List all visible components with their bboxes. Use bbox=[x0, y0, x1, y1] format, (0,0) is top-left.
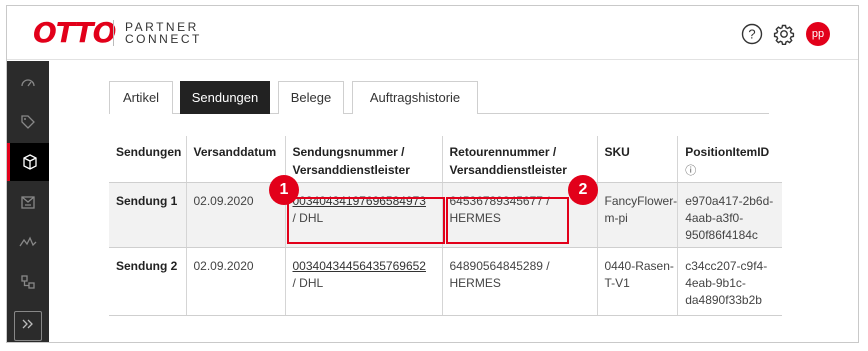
gear-icon[interactable] bbox=[773, 23, 795, 45]
item-id-line: 4aab-a3f0- bbox=[685, 210, 744, 225]
avatar[interactable]: pp bbox=[806, 22, 830, 46]
help-circle-icon[interactable]: ? bbox=[741, 23, 763, 45]
network-icon bbox=[20, 274, 36, 290]
partner-connect-label: PARTNER CONNECT bbox=[125, 21, 202, 45]
sidebar bbox=[7, 61, 49, 342]
annotation-badge-2: 2 bbox=[568, 175, 598, 205]
return-number: 64890564845289 / bbox=[449, 258, 550, 273]
expand-sidebar-icon bbox=[20, 316, 36, 337]
sidebar-item-dashboard[interactable] bbox=[7, 63, 49, 101]
tab-sendungen[interactable]: Sendungen bbox=[180, 81, 270, 114]
app-window: OTTO PARTNER CONNECT ? pp Artikel Sendun… bbox=[6, 5, 859, 343]
gauge-icon bbox=[20, 76, 36, 88]
otto-logo[interactable]: OTTO bbox=[33, 18, 116, 48]
product-line-2: CONNECT bbox=[125, 32, 202, 46]
position-item-id-cell: c34cc207-c9f4- 4eab-9b1c- da4890f33b2b bbox=[677, 247, 782, 316]
table-header-row: Sendungen Versanddatum Sendungsnummer / … bbox=[109, 136, 782, 183]
item-id-line: da4890f33b2b bbox=[685, 292, 762, 307]
top-bar: OTTO PARTNER CONNECT ? pp bbox=[7, 6, 858, 60]
position-item-id-cell: e970a417-2b6d- 4aab-a3f0- 950f86f4184c bbox=[677, 182, 782, 248]
column-header: SKU bbox=[596, 136, 678, 183]
sku-line: FancyFlower- bbox=[604, 193, 678, 208]
tracking-cell: 00340434456435769652 / DHL bbox=[284, 247, 442, 316]
column-header: Retourennummer / Versanddienstleister bbox=[441, 136, 597, 183]
tab-belege[interactable]: Belege bbox=[278, 81, 344, 114]
tracking-number-link[interactable]: 00340434456435769652 bbox=[293, 258, 442, 275]
tab-auftragshistorie[interactable]: Auftragshistorie bbox=[352, 81, 478, 114]
sidebar-item-returns[interactable] bbox=[7, 183, 49, 221]
return-carrier: HERMES bbox=[449, 275, 501, 290]
tab-artikel[interactable]: Artikel bbox=[109, 81, 173, 114]
sku-line: m-pi bbox=[604, 210, 628, 225]
item-id-line: 950f86f4184c bbox=[685, 227, 758, 242]
sidebar-item-orders[interactable] bbox=[7, 143, 49, 181]
column-header: Sendungen bbox=[109, 136, 186, 183]
svg-text:?: ? bbox=[748, 27, 755, 42]
shipment-name: Sendung 2 bbox=[109, 247, 186, 316]
sidebar-item-products[interactable] bbox=[7, 103, 49, 141]
tag-icon bbox=[20, 114, 36, 130]
package-icon bbox=[22, 154, 38, 170]
sku-line: T-V1 bbox=[604, 275, 630, 290]
column-header-label: PositionItemID bbox=[685, 145, 770, 159]
info-icon[interactable]: ⓘ bbox=[685, 165, 696, 177]
sku-cell: FancyFlower- m-pi bbox=[596, 182, 678, 248]
shipment-name: Sendung 1 bbox=[109, 182, 186, 248]
shipping-date: 02.09.2020 bbox=[185, 247, 285, 316]
column-header: Sendungsnummer / Versanddienstleister bbox=[284, 136, 442, 183]
item-id-line: c34cc207-c9f4- bbox=[685, 258, 768, 273]
sku-line: 0440-Rasen- bbox=[604, 258, 674, 273]
column-header-position-item-id: PositionItemID ⓘ bbox=[677, 136, 782, 183]
logo-divider bbox=[113, 20, 114, 46]
carrier: / DHL bbox=[292, 275, 324, 290]
highlight-box-tracking-number bbox=[287, 197, 445, 244]
analytics-icon bbox=[19, 236, 37, 248]
item-id-line: 4eab-9b1c- bbox=[685, 275, 746, 290]
expand-sidebar-button[interactable] bbox=[14, 311, 42, 341]
main-content: Artikel Sendungen Belege Auftragshistori… bbox=[49, 61, 858, 342]
highlight-box-return-number bbox=[446, 197, 569, 244]
return-cell: 64890564845289 / HERMES bbox=[441, 247, 597, 316]
annotation-badge-1: 1 bbox=[269, 175, 299, 205]
column-header: Versanddatum bbox=[185, 136, 285, 183]
return-package-icon bbox=[20, 194, 36, 210]
sidebar-item-network[interactable] bbox=[7, 263, 49, 301]
tab-bar: Artikel Sendungen Belege Auftragshistori… bbox=[109, 81, 769, 114]
table-row: Sendung 2 02.09.2020 0034043445643576965… bbox=[109, 247, 782, 316]
sidebar-item-analytics[interactable] bbox=[7, 223, 49, 261]
sku-cell: 0440-Rasen- T-V1 bbox=[596, 247, 678, 316]
item-id-line: e970a417-2b6d- bbox=[685, 193, 774, 208]
